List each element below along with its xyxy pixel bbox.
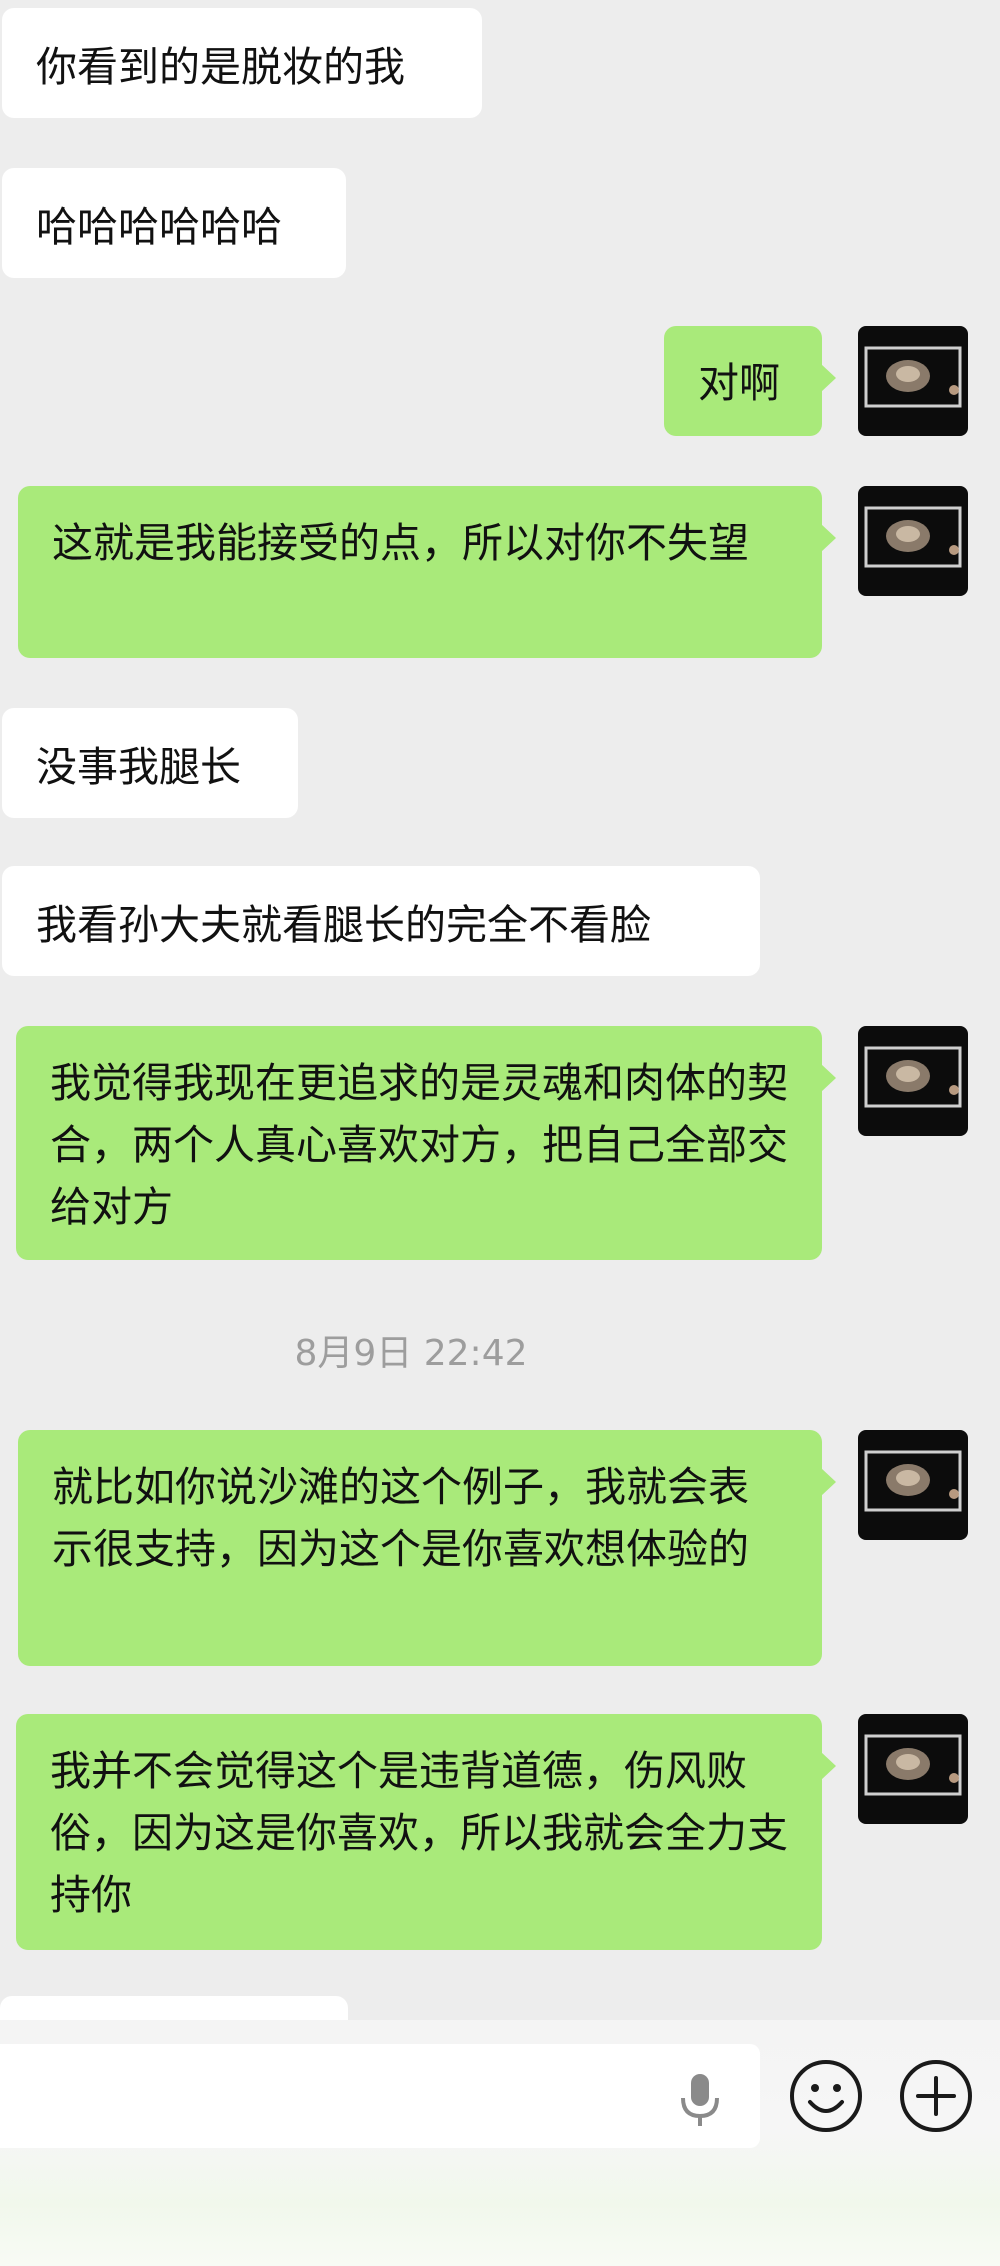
avatar[interactable] bbox=[858, 486, 968, 596]
microphone-icon[interactable] bbox=[676, 2070, 724, 2130]
message-bubble-incoming[interactable]: 你看到的是脱妆的我 bbox=[2, 8, 482, 118]
message-bubble-outgoing[interactable]: 我并不会觉得这个是违背道德，伤风败俗，因为这是你喜欢，所以我就会全力支持你 bbox=[16, 1714, 836, 1950]
message-bubble-incoming[interactable]: 哈哈哈哈哈哈 bbox=[2, 168, 346, 278]
smiley-face-icon[interactable] bbox=[788, 2058, 864, 2134]
message-bubble-outgoing[interactable]: 这就是我能接受的点，所以对你不失望 bbox=[18, 486, 836, 658]
chat-input-bar bbox=[0, 2020, 1000, 2266]
avatar-image bbox=[864, 346, 962, 408]
message-bubble-incoming[interactable]: 我看孙大夫就看腿长的完全不看脸 bbox=[2, 866, 760, 976]
message-timestamp: 8月9日 22:42 bbox=[294, 1333, 528, 1374]
avatar[interactable] bbox=[858, 326, 968, 436]
message-bubble-outgoing[interactable]: 就比如你说沙滩的这个例子，我就会表示很支持，因为这个是你喜欢想体验的 bbox=[18, 1430, 836, 1666]
plus-circle-icon[interactable] bbox=[898, 2058, 974, 2134]
message-bubble-outgoing[interactable]: 我觉得我现在更追求的是灵魂和肉体的契合，两个人真心喜欢对方，把自己全部交给对方 bbox=[16, 1026, 836, 1260]
avatar-image bbox=[864, 1450, 962, 1512]
message-bubble-incoming[interactable]: 没事我腿长 bbox=[2, 708, 298, 818]
message-bubble-outgoing[interactable]: 对啊 bbox=[664, 326, 836, 436]
avatar-image bbox=[864, 506, 962, 568]
avatar[interactable] bbox=[858, 1430, 968, 1540]
message-input[interactable] bbox=[0, 2044, 760, 2148]
avatar-image bbox=[864, 1046, 962, 1108]
avatar[interactable] bbox=[858, 1026, 968, 1136]
avatar-image bbox=[864, 1734, 962, 1796]
avatar[interactable] bbox=[858, 1714, 968, 1824]
